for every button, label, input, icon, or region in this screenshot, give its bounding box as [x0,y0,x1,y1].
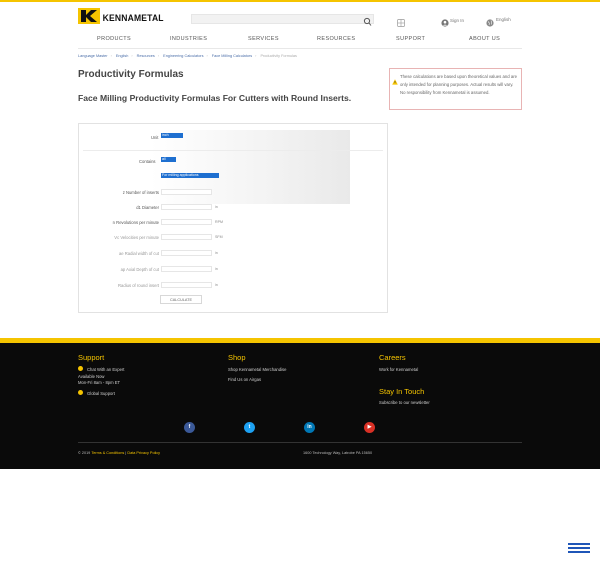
footer-legal: © 2019 Terms & Conditions | Data Privacy… [78,451,161,455]
unit-label: Unit [151,135,159,140]
nav-divider [78,48,522,49]
facebook-icon[interactable]: f [184,422,195,433]
nav-about-us[interactable]: ABOUT US [469,36,500,42]
hours-text: Mon-Fri 8am - 8pm ET [78,380,121,385]
insert-radius-input[interactable] [161,282,212,288]
footer-divider [78,442,522,443]
field-label: z Number of inserts [122,190,159,195]
field-unit: in [215,251,218,255]
contains-select[interactable]: all [161,157,176,162]
field-unit: SFM [215,235,223,239]
nav-services[interactable]: SERVICES [248,36,279,42]
global-support-icon [78,390,83,395]
field-unit: RPM [215,220,223,224]
airgas-link[interactable]: Find Us on Airgas [228,377,261,382]
nav-resources[interactable]: RESOURCES [317,36,355,42]
breadcrumb-current: Productivity Formulas [260,54,297,58]
diameter-input[interactable] [161,204,212,210]
brand-name: KENNAMETAL [102,12,164,23]
unit-select[interactable]: inch [161,133,183,138]
radial-width-input[interactable] [161,250,212,256]
disclaimer-text: These calculations are based upon theore… [400,74,518,95]
breadcrumb-item[interactable]: English [116,54,128,58]
field-label: Vc Velocities per minute [114,235,159,240]
chat-icon [78,366,83,371]
footer-shop-title: Shop [228,353,246,362]
logo-mark-icon [78,8,100,24]
footer-support-title: Support [78,353,105,362]
nav-industries[interactable]: INDUSTRIES [170,36,207,42]
calculate-button[interactable]: CALCULATE [160,295,202,304]
field-label: ap Axial Depth of cut [120,267,159,272]
global-support-link[interactable]: Global Support [87,391,115,396]
footer-careers-title: Careers [379,353,406,362]
page-title: Productivity Formulas [78,69,184,80]
breadcrumb-item[interactable]: Language Master [78,54,108,58]
velocity-input[interactable] [161,234,212,240]
breadcrumb-item[interactable]: Face Milling Calculators [212,54,252,58]
breadcrumb-item[interactable]: Engineering Calculators [163,54,203,58]
field-label: Radius of round insert [118,283,159,288]
menu-icon[interactable] [568,543,590,557]
field-label: ae Radial width of cut [118,251,159,256]
kennametal-logo[interactable]: KENNAMETAL [78,8,165,24]
search-icon[interactable] [363,14,372,26]
axial-depth-input[interactable] [161,266,212,272]
available-text: Available Now [78,374,105,379]
main-nav: PRODUCTS INDUSTRIES SERVICES RESOURCES S… [78,36,522,46]
breadcrumb: Language Master › English › Resources › Eng… [78,54,297,58]
terms-link[interactable]: Terms & Conditions [91,451,124,455]
field-unit: in [215,205,218,209]
field-label: d1 Diameter [136,205,159,210]
chat-link[interactable]: Chat With an Expert [87,367,124,372]
field-label: n Revolutions per minute [112,220,159,225]
address-text: 1600 Technology Way, Latrobe PA 15650 [303,451,373,455]
footer-stay-title: Stay In Touch [379,387,425,396]
nav-support[interactable]: SUPPORT [396,36,425,42]
inserts-input[interactable] [161,189,212,195]
rpm-input[interactable] [161,219,212,225]
language-selector[interactable]: English [496,17,511,22]
careers-link[interactable]: Work for Kennametal [379,367,418,372]
copyright-text: © 2019 [78,451,91,455]
globe-icon[interactable] [486,14,494,27]
search-input[interactable] [191,14,374,24]
field-unit: in [215,267,218,271]
field-unit: in [215,283,218,287]
breadcrumb-item[interactable]: Resources [137,54,155,58]
contains-label: Contains [139,159,156,164]
nav-products[interactable]: PRODUCTS [97,36,131,42]
twitter-icon[interactable]: t [244,422,255,433]
user-icon[interactable] [441,14,449,27]
disclaimer-notice: These calculations are based upon theore… [389,68,522,110]
warning-icon [392,72,398,85]
youtube-icon[interactable]: ▶ [364,422,375,433]
shop-merch-link[interactable]: Shop Kennametal Merchandise [228,367,286,372]
privacy-link[interactable]: Data Privacy Policy [127,451,160,455]
linkedin-icon[interactable]: in [304,422,315,433]
contains-option[interactable]: For milling applications [161,173,219,178]
calculator-divider [83,150,383,151]
sign-in-link[interactable]: Sign In [450,18,464,23]
newsletter-link[interactable]: Subscribe to our newsletter [379,400,430,405]
page-subtitle: Face Milling Productivity Formulas For C… [78,93,352,103]
site-globe-icon[interactable] [397,14,405,27]
